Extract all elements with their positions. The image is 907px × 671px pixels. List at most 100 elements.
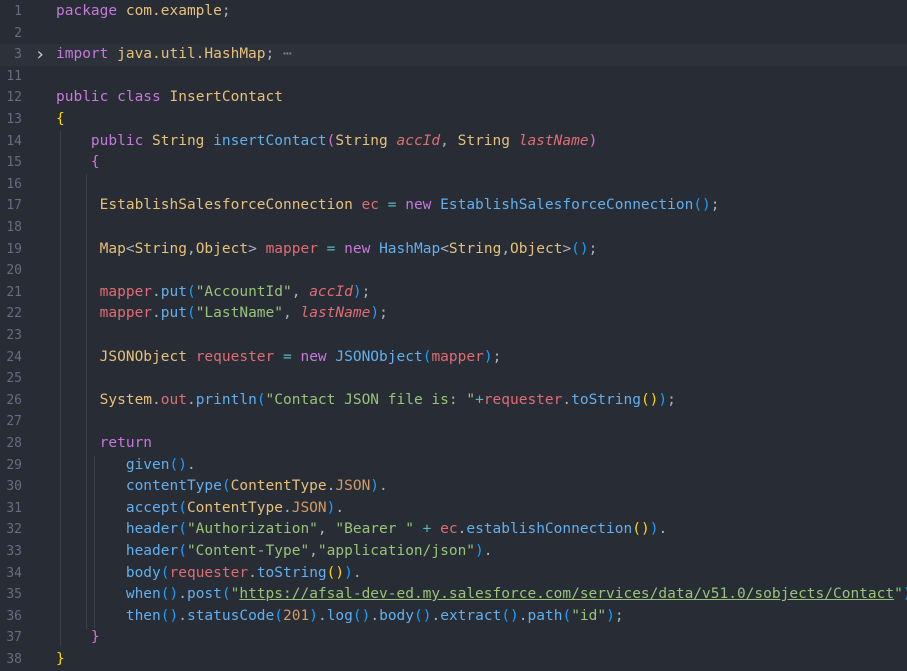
code-token: { bbox=[56, 111, 65, 127]
code-token: java.util.HashMap bbox=[117, 46, 266, 63]
code-line[interactable]: 19 Map<String,Object> mapper = new HashM… bbox=[0, 239, 907, 261]
code-token: . bbox=[186, 456, 196, 473]
code-token: () bbox=[693, 197, 711, 214]
code-line[interactable]: 38} bbox=[0, 649, 907, 671]
code-token: ( bbox=[221, 478, 231, 495]
line-number: 24 bbox=[6, 349, 22, 365]
code-token: . bbox=[483, 543, 493, 559]
code-token: ; bbox=[588, 240, 598, 257]
code-token: ) bbox=[483, 348, 493, 365]
code-token: , bbox=[291, 283, 310, 300]
code-line[interactable]: 24 JSONObject requester = new JSONObject… bbox=[0, 347, 907, 369]
code-token: " bbox=[894, 586, 903, 603]
code-text: System.out.println("Contact JSON file is… bbox=[56, 390, 676, 412]
code-line[interactable]: 34 body(requester.toString()). bbox=[0, 563, 907, 585]
code-editor[interactable]: 1 package com.example; 2 3 › import java.util… bbox=[0, 0, 907, 670]
code-line[interactable]: 37 } bbox=[0, 627, 907, 649]
code-token: . bbox=[352, 564, 362, 581]
code-token: ( bbox=[562, 607, 572, 624]
code-line[interactable]: 25 bbox=[0, 368, 907, 390]
code-line[interactable]: 17 EstablishSalesforceConnection ec = ne… bbox=[0, 195, 907, 217]
code-token: ; bbox=[667, 391, 676, 408]
code-token: establishConnection bbox=[466, 521, 633, 538]
code-token: . bbox=[282, 499, 292, 516]
code-line[interactable]: 20 bbox=[0, 260, 907, 282]
code-token: class bbox=[117, 89, 170, 106]
code-line[interactable]: 13 { bbox=[0, 109, 907, 131]
code-text: accept(ContentType.JSON). bbox=[56, 498, 344, 520]
code-line[interactable]: 27 bbox=[0, 411, 907, 433]
chevron-right-icon[interactable]: › bbox=[34, 44, 46, 66]
code-line[interactable]: 36 then().statusCode(201).log().body().e… bbox=[0, 606, 907, 628]
line-number: 37 bbox=[6, 630, 22, 646]
code-line[interactable]: 28 return bbox=[0, 433, 907, 455]
code-line[interactable]: 23 bbox=[0, 325, 907, 347]
code-token: String bbox=[335, 132, 397, 149]
code-token: toString bbox=[256, 564, 327, 581]
code-line[interactable]: 32 header("Authorization", "Bearer " + e… bbox=[0, 519, 907, 541]
code-token: accId bbox=[396, 132, 441, 149]
code-token: . bbox=[178, 607, 187, 624]
code-line[interactable]: 31 accept(ContentType.JSON). bbox=[0, 498, 907, 520]
code-token: new bbox=[344, 240, 380, 257]
code-line[interactable]: 15 { bbox=[0, 152, 907, 174]
code-line[interactable]: 2 bbox=[0, 23, 907, 45]
code-line[interactable]: 26 System.out.println("Contact JSON file… bbox=[0, 390, 907, 412]
code-token: ( bbox=[186, 283, 196, 300]
code-token: ) bbox=[606, 607, 615, 624]
code-line[interactable]: 14 public String insertContact(String ac… bbox=[0, 131, 907, 153]
line-number: 1 bbox=[14, 4, 22, 19]
code-token: ) bbox=[344, 564, 353, 581]
code-line[interactable]: 1 package com.example; bbox=[0, 1, 907, 23]
code-token: return bbox=[56, 435, 153, 451]
code-line[interactable]: 21 mapper.put("AccountId", accId); bbox=[0, 282, 907, 304]
code-text: header("Content-Type","application/json"… bbox=[56, 541, 493, 563]
line-number: 12 bbox=[6, 90, 22, 106]
code-token: "Contact JSON file is: " bbox=[265, 391, 476, 408]
code-line[interactable]: 16 bbox=[0, 174, 907, 196]
code-token: accId bbox=[309, 283, 353, 300]
code-token: ( bbox=[221, 586, 231, 603]
code-token: body bbox=[56, 564, 161, 581]
code-token: given bbox=[56, 456, 170, 473]
code-token: log bbox=[326, 607, 353, 624]
code-line[interactable]: 35 when().post("https://afsal-dev-ed.my.… bbox=[0, 584, 907, 606]
code-token: ; bbox=[492, 348, 502, 365]
code-token: out bbox=[160, 391, 187, 408]
code-token: mapper bbox=[431, 348, 484, 365]
line-number: 30 bbox=[6, 479, 22, 495]
code-token: header bbox=[56, 521, 179, 538]
code-token: ( bbox=[178, 543, 187, 559]
code-token: . bbox=[518, 607, 528, 624]
code-line[interactable]: 3 › import java.util.HashMap; ⋯ bbox=[0, 44, 907, 66]
code-line[interactable]: 33 header("Content-Type","application/js… bbox=[0, 541, 907, 563]
code-token: mapper bbox=[56, 283, 153, 300]
code-token: ) bbox=[475, 543, 484, 559]
code-token: ) bbox=[370, 305, 380, 322]
code-line[interactable]: 12 public class InsertContact bbox=[0, 87, 907, 109]
line-number: 14 bbox=[6, 133, 22, 149]
code-line[interactable]: 29 given(). bbox=[0, 455, 907, 477]
code-token: String bbox=[457, 132, 519, 149]
code-token: insertContact bbox=[213, 132, 327, 149]
code-token: statusCode bbox=[186, 607, 275, 624]
code-token: JSONObject bbox=[335, 348, 423, 365]
code-token: () bbox=[160, 607, 179, 624]
code-line[interactable]: 11 bbox=[0, 66, 907, 88]
line-number: 13 bbox=[6, 112, 22, 127]
code-token: () bbox=[414, 607, 432, 624]
code-token: HashMap bbox=[379, 240, 441, 257]
code-line[interactable]: 30 contentType(ContentType.JSON). bbox=[0, 476, 907, 498]
code-token: () bbox=[632, 521, 650, 538]
code-token: ) bbox=[588, 132, 598, 149]
code-text: package com.example; bbox=[56, 1, 231, 23]
code-line[interactable]: 18 bbox=[0, 217, 907, 239]
code-text: public String insertContact(String accId… bbox=[56, 131, 597, 153]
code-token: , bbox=[309, 543, 318, 559]
code-token: requester bbox=[169, 564, 249, 581]
line-number: 18 bbox=[6, 220, 22, 235]
code-line[interactable]: 22 mapper.put("LastName", lastName); bbox=[0, 303, 907, 325]
code-token: ) bbox=[309, 607, 318, 624]
code-text: EstablishSalesforceConnection ec = new E… bbox=[56, 195, 720, 217]
code-token: post bbox=[186, 586, 222, 603]
